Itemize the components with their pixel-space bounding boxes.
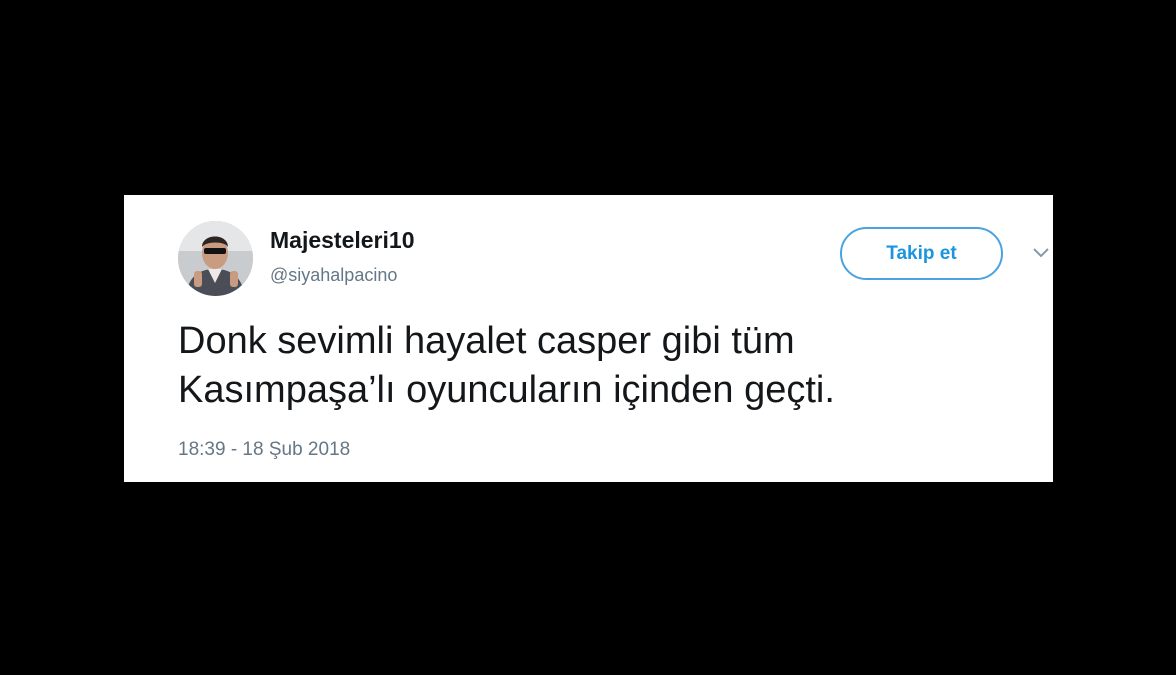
tweet-text-line-1: Donk sevimli hayalet casper gibi tüm — [178, 320, 795, 362]
display-name[interactable]: Majesteleri10 — [270, 227, 414, 254]
avatar-image — [178, 221, 253, 296]
user-handle[interactable]: @siyahalpacino — [270, 265, 397, 286]
chevron-down-icon[interactable] — [1032, 247, 1050, 259]
tweet-card: Majesteleri10 @siyahalpacino Takip et Do… — [124, 195, 1053, 482]
tweet-text-line-2: Kasımpaşa’lı oyuncuların içinden geçti. — [178, 369, 835, 411]
tweet-text: Donk sevimli hayalet casper gibi tüm Kası… — [178, 317, 1038, 415]
follow-button[interactable]: Takip et — [840, 227, 1003, 280]
tweet-timestamp[interactable]: 18:39 - 18 Şub 2018 — [178, 439, 350, 461]
avatar[interactable] — [178, 221, 253, 296]
